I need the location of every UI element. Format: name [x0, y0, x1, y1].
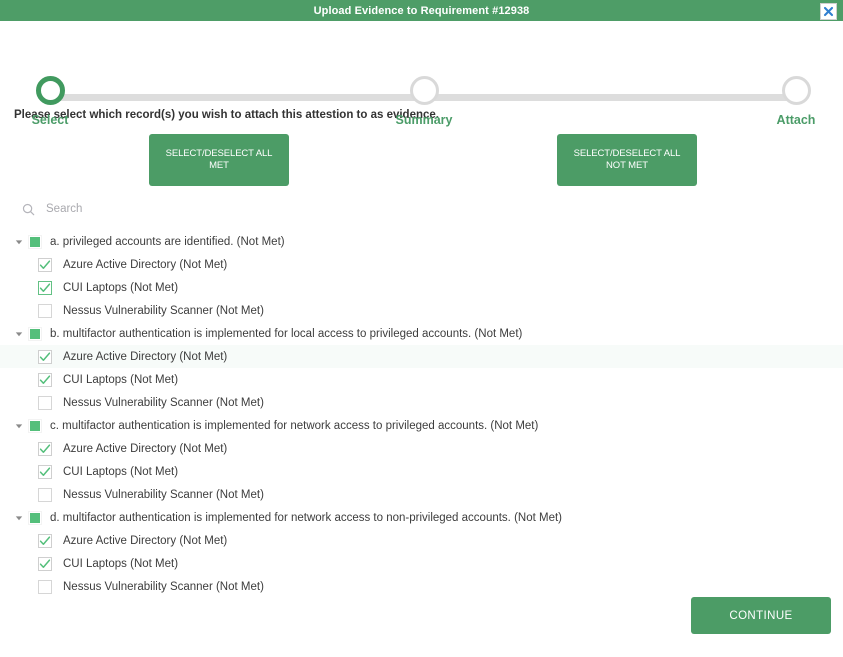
- tree-parent-label: b. multifactor authentication is impleme…: [50, 327, 523, 340]
- tree-child-row[interactable]: Azure Active Directory (Not Met): [0, 529, 843, 552]
- tree-child-row[interactable]: Nessus Vulnerability Scanner (Not Met): [0, 391, 843, 414]
- stepper-step-attach[interactable]: Attach: [760, 76, 832, 127]
- select-all-met-line2: MET: [209, 160, 229, 171]
- stepper-step-select[interactable]: Select: [14, 76, 86, 127]
- tree-parent-label: a. privileged accounts are identified. (…: [50, 235, 285, 248]
- select-deselect-all-met-button[interactable]: SELECT/DESELECT ALL MET: [149, 134, 289, 186]
- tree-parent-label: c. multifactor authentication is impleme…: [50, 419, 539, 432]
- checkbox-checked[interactable]: [38, 349, 52, 364]
- select-all-notmet-line2: NOT MET: [606, 160, 648, 171]
- checkbox-checked[interactable]: [38, 464, 52, 479]
- tree-child-label: Azure Active Directory (Not Met): [63, 442, 228, 455]
- tree-child-row[interactable]: CUI Laptops (Not Met): [0, 552, 843, 575]
- tree-child-label: Azure Active Directory (Not Met): [63, 534, 228, 547]
- tree-child-row[interactable]: Azure Active Directory (Not Met): [0, 253, 843, 276]
- tree-parent-row[interactable]: c. multifactor authentication is impleme…: [0, 414, 843, 437]
- tree-group: a. privileged accounts are identified. (…: [0, 230, 843, 322]
- tree-child-label: CUI Laptops (Not Met): [63, 281, 179, 294]
- stepper-circle-select: [35, 76, 65, 105]
- checkbox-indeterminate[interactable]: [28, 510, 42, 525]
- tree-child-row[interactable]: CUI Laptops (Not Met): [0, 276, 843, 299]
- select-all-met-line1: SELECT/DESELECT ALL: [165, 148, 273, 159]
- tree-child-row[interactable]: Nessus Vulnerability Scanner (Not Met): [0, 299, 843, 322]
- tree-parent-label: d. multifactor authentication is impleme…: [50, 511, 562, 524]
- tree-child-row[interactable]: CUI Laptops (Not Met): [0, 460, 843, 483]
- search-row: [22, 198, 843, 220]
- tree-child-label: Azure Active Directory (Not Met): [63, 258, 228, 271]
- stepper-label-select: Select: [31, 113, 69, 127]
- tree-parent-row[interactable]: a. privileged accounts are identified. (…: [0, 230, 843, 253]
- chevron-down-icon[interactable]: [14, 513, 24, 523]
- tree-child-row[interactable]: Azure Active Directory (Not Met): [0, 345, 843, 368]
- tree-child-row[interactable]: Nessus Vulnerability Scanner (Not Met): [0, 483, 843, 506]
- checkbox-checked[interactable]: [38, 257, 52, 272]
- checkbox-indeterminate[interactable]: [28, 326, 42, 341]
- chevron-down-icon[interactable]: [14, 329, 24, 339]
- checkbox-checked[interactable]: [38, 556, 52, 571]
- stepper-circle-attach: [781, 76, 811, 105]
- stepper-step-summary[interactable]: Summary: [388, 76, 460, 127]
- evidence-record-tree: a. privileged accounts are identified. (…: [0, 230, 843, 598]
- checkbox-unchecked[interactable]: [38, 395, 52, 410]
- chevron-down-icon[interactable]: [14, 237, 24, 247]
- stepper-circle-summary: [409, 76, 439, 105]
- tree-child-row[interactable]: CUI Laptops (Not Met): [0, 368, 843, 391]
- tree-group: b. multifactor authentication is impleme…: [0, 322, 843, 414]
- search-icon: [22, 203, 35, 216]
- dialog-footer: CONTINUE: [0, 585, 843, 657]
- checkbox-indeterminate[interactable]: [28, 418, 42, 433]
- checkbox-checked[interactable]: [38, 280, 52, 295]
- close-icon[interactable]: [820, 3, 837, 20]
- checkbox-checked[interactable]: [38, 441, 52, 456]
- tree-child-label: Nessus Vulnerability Scanner (Not Met): [63, 396, 264, 409]
- tree-child-label: CUI Laptops (Not Met): [63, 465, 179, 478]
- dialog-title: Upload Evidence to Requirement #12938: [313, 4, 530, 17]
- tree-child-label: Nessus Vulnerability Scanner (Not Met): [63, 488, 264, 501]
- checkbox-checked[interactable]: [38, 372, 52, 387]
- tree-parent-row[interactable]: d. multifactor authentication is impleme…: [0, 506, 843, 529]
- tree-child-label: CUI Laptops (Not Met): [63, 557, 179, 570]
- stepper-label-attach: Attach: [776, 113, 816, 127]
- checkbox-unchecked[interactable]: [38, 303, 52, 318]
- search-input[interactable]: [44, 202, 288, 216]
- continue-button[interactable]: CONTINUE: [691, 597, 831, 634]
- dialog-title-bar: Upload Evidence to Requirement #12938: [0, 0, 843, 21]
- tree-child-label: Nessus Vulnerability Scanner (Not Met): [63, 304, 264, 317]
- bulk-select-actions: SELECT/DESELECT ALL MET SELECT/DESELECT …: [0, 134, 843, 198]
- checkbox-checked[interactable]: [38, 533, 52, 548]
- select-deselect-all-not-met-button[interactable]: SELECT/DESELECT ALL NOT MET: [557, 134, 697, 186]
- tree-child-label: CUI Laptops (Not Met): [63, 373, 179, 386]
- tree-parent-row[interactable]: b. multifactor authentication is impleme…: [0, 322, 843, 345]
- tree-child-label: Azure Active Directory (Not Met): [63, 350, 228, 363]
- select-all-notmet-line1: SELECT/DESELECT ALL: [573, 148, 681, 159]
- chevron-down-icon[interactable]: [14, 421, 24, 431]
- tree-child-row[interactable]: Azure Active Directory (Not Met): [0, 437, 843, 460]
- checkbox-indeterminate[interactable]: [28, 234, 42, 249]
- wizard-stepper: Select Summary Attach: [0, 21, 843, 127]
- tree-group: c. multifactor authentication is impleme…: [0, 414, 843, 506]
- checkbox-unchecked[interactable]: [38, 487, 52, 502]
- stepper-label-summary: Summary: [395, 113, 453, 127]
